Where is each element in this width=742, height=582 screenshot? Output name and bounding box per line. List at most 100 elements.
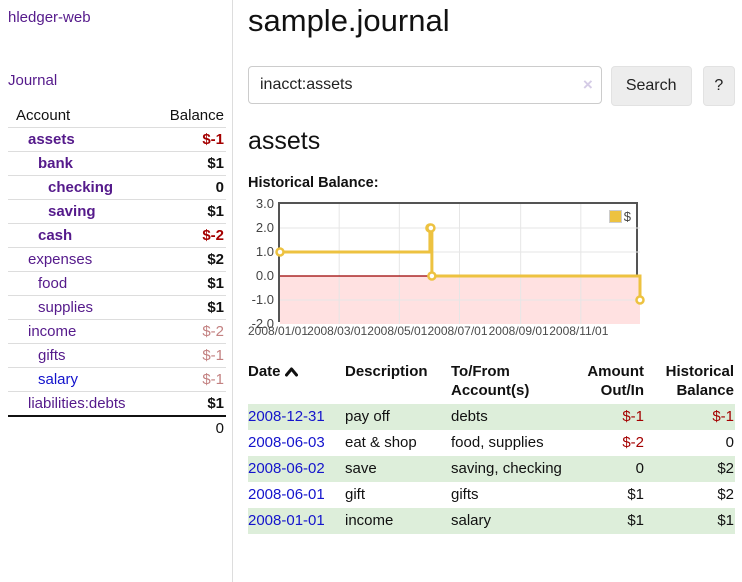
account-balance: $1 — [150, 296, 226, 320]
clear-search-icon[interactable]: × — [583, 75, 593, 95]
transaction-accounts: gifts — [451, 482, 568, 508]
legend-swatch-icon — [609, 210, 622, 223]
y-tick-label: 1.0 — [248, 245, 274, 259]
account-row: saving $1 — [8, 200, 226, 224]
header-amount: Amount Out/In — [568, 360, 645, 404]
account-balance: $1 — [150, 392, 226, 417]
account-link[interactable]: expenses — [28, 251, 92, 268]
header-balance: Historical Balance — [645, 360, 735, 404]
transaction-balance: $2 — [645, 482, 735, 508]
transaction-date-link[interactable]: 2008-06-01 — [248, 486, 325, 503]
x-tick-label: 2008/01/01 — [248, 324, 308, 338]
account-balance: $-1 — [150, 344, 226, 368]
account-link[interactable]: assets — [28, 131, 75, 148]
account-link[interactable]: checking — [48, 179, 113, 196]
header-description: Description — [345, 360, 451, 404]
accounts-total-balance: 0 — [150, 416, 226, 440]
account-row: bank $1 — [8, 152, 226, 176]
accounts-header-account: Account — [8, 104, 150, 128]
account-row: salary $-1 — [8, 368, 226, 392]
account-row: expenses $2 — [8, 248, 226, 272]
search-box: × — [248, 66, 602, 106]
register-table-body: 2008-12-31pay offdebts$-1$-12008-06-03ea… — [248, 404, 735, 534]
account-balance: 0 — [150, 176, 226, 200]
transaction-amount: $-1 — [568, 404, 645, 430]
account-balance: $-1 — [150, 128, 226, 152]
transaction-date-link[interactable]: 2008-06-03 — [248, 434, 325, 451]
account-link[interactable]: income — [28, 323, 76, 340]
account-row: food $1 — [8, 272, 226, 296]
app-title-link[interactable]: hledger-web — [8, 9, 224, 26]
y-tick-label: 0.0 — [248, 269, 274, 283]
account-row: assets $-1 — [8, 128, 226, 152]
account-link[interactable]: liabilities:debts — [28, 395, 126, 412]
transaction-balance: $1 — [645, 508, 735, 534]
account-heading: assets — [248, 127, 735, 156]
transaction-row[interactable]: 2008-12-31pay offdebts$-1$-1 — [248, 404, 735, 430]
chart-title: Historical Balance: — [248, 175, 735, 191]
transaction-balance: 0 — [645, 430, 735, 456]
account-balance: $1 — [150, 200, 226, 224]
account-link[interactable]: gifts — [38, 347, 66, 364]
account-balance: $1 — [150, 272, 226, 296]
help-button[interactable]: ? — [703, 66, 735, 106]
transaction-accounts: saving, checking — [451, 456, 568, 482]
account-balance: $-2 — [150, 224, 226, 248]
transaction-amount: $1 — [568, 508, 645, 534]
account-link[interactable]: bank — [38, 155, 73, 172]
search-bar: × Search ? — [248, 66, 735, 106]
page-title: sample.journal — [248, 3, 735, 39]
transaction-accounts: salary — [451, 508, 568, 534]
accounts-table-body: assets$-1bank$1checking0saving$1cash$-2e… — [8, 128, 226, 417]
account-row: liabilities:debts $1 — [8, 392, 226, 417]
transaction-accounts: debts — [451, 404, 568, 430]
account-row: checking 0 — [8, 176, 226, 200]
transaction-row[interactable]: 2008-01-01incomesalary$1$1 — [248, 508, 735, 534]
accounts-total-row: 0 — [8, 416, 226, 440]
chart-plot-area[interactable]: $ — [278, 202, 638, 322]
x-tick-label: 2008/07/01 — [427, 324, 487, 338]
sort-ascending-icon — [285, 363, 298, 382]
account-link[interactable]: cash — [38, 227, 72, 244]
account-row: supplies $1 — [8, 296, 226, 320]
search-button[interactable]: Search — [611, 66, 692, 106]
search-input[interactable] — [248, 66, 602, 104]
account-balance: $-1 — [150, 368, 226, 392]
y-tick-label: -1.0 — [248, 293, 274, 307]
x-tick-label: 2008/09/01 — [489, 324, 549, 338]
chart-canvas — [280, 204, 640, 324]
historical-balance-chart[interactable]: 3.02.01.00.0-1.0-2.0 $ 2008/01/012008/03… — [248, 202, 648, 338]
transaction-date-link[interactable]: 2008-12-31 — [248, 408, 325, 425]
account-link[interactable]: salary — [38, 371, 78, 388]
account-balance: $1 — [150, 152, 226, 176]
chart-legend: $ — [607, 208, 633, 225]
transaction-date-link[interactable]: 2008-01-01 — [248, 512, 325, 529]
main-content: sample.journal × Search ? assets Histori… — [234, 0, 742, 582]
transaction-description: eat & shop — [345, 430, 451, 456]
account-row: cash $-2 — [8, 224, 226, 248]
header-date[interactable]: Date — [248, 360, 345, 404]
account-link[interactable]: food — [38, 275, 67, 292]
nav-journal-link[interactable]: Journal — [8, 72, 224, 89]
y-tick-label: 3.0 — [248, 197, 274, 211]
transaction-row[interactable]: 2008-06-02savesaving, checking0$2 — [248, 456, 735, 482]
register-table: Date Description To/From Account(s) Amou… — [248, 360, 735, 534]
accounts-table: Account Balance assets$-1bank$1checking0… — [8, 104, 226, 440]
account-link[interactable]: saving — [48, 203, 96, 220]
transaction-row[interactable]: 2008-06-01giftgifts$1$2 — [248, 482, 735, 508]
sidebar: hledger-web Journal Account Balance asse… — [0, 0, 233, 582]
x-tick-label: 2008/11/01 — [549, 324, 608, 338]
transaction-date-link[interactable]: 2008-06-02 — [248, 460, 325, 477]
chart-x-axis: 2008/01/012008/03/012008/05/012008/07/01… — [278, 322, 648, 338]
y-tick-label: 2.0 — [248, 221, 274, 235]
transaction-row[interactable]: 2008-06-03eat & shopfood, supplies$-20 — [248, 430, 735, 456]
transaction-balance: $-1 — [645, 404, 735, 430]
transaction-description: gift — [345, 482, 451, 508]
account-link[interactable]: supplies — [38, 299, 93, 316]
transaction-description: save — [345, 456, 451, 482]
account-balance: $2 — [150, 248, 226, 272]
account-row: income$-2 — [8, 320, 226, 344]
transaction-accounts: food, supplies — [451, 430, 568, 456]
transaction-description: pay off — [345, 404, 451, 430]
register-header-row: Date Description To/From Account(s) Amou… — [248, 360, 735, 404]
